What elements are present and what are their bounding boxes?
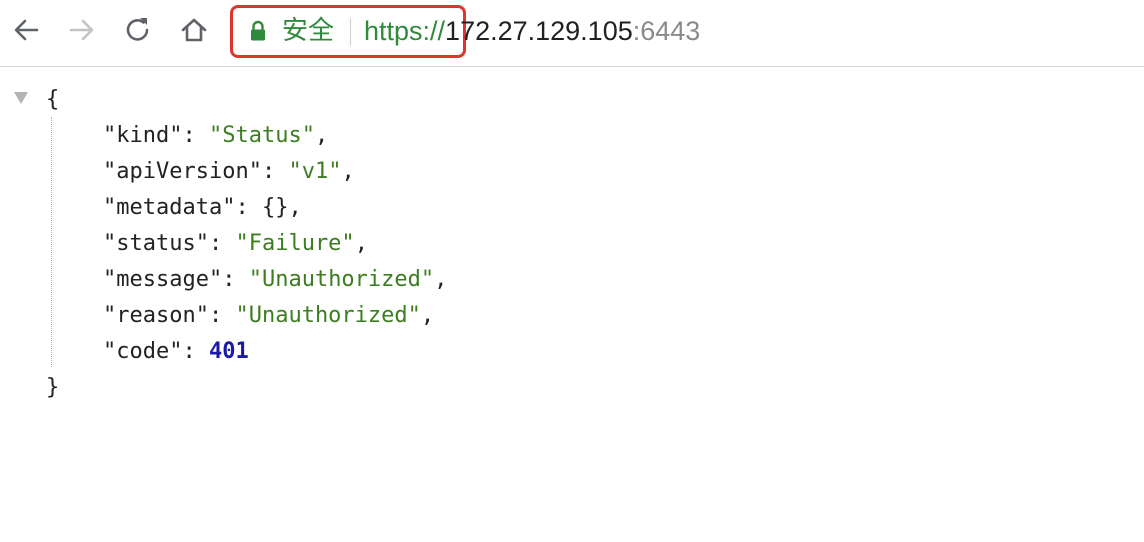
json-trailing-comma: , xyxy=(434,267,448,292)
address-bar-divider xyxy=(350,18,351,46)
json-colon: : xyxy=(235,195,262,220)
json-line: "status": "Failure", xyxy=(103,226,368,262)
home-icon[interactable] xyxy=(176,12,212,48)
reload-icon[interactable] xyxy=(120,12,156,48)
json-line: "code": 401 xyxy=(103,334,249,370)
json-key: "apiVersion" xyxy=(103,159,262,184)
json-value: 401 xyxy=(208,339,249,364)
back-arrow-icon[interactable] xyxy=(8,12,44,48)
json-key: "code" xyxy=(103,339,183,364)
url-port: :6443 xyxy=(632,16,701,46)
json-colon: : xyxy=(208,303,236,328)
url-scheme: https:// xyxy=(364,16,446,46)
json-line: "reason": "Unauthorized", xyxy=(103,298,434,334)
json-value: "Failure" xyxy=(235,231,355,256)
json-value: {} xyxy=(261,195,289,220)
json-colon: : xyxy=(222,267,249,292)
json-key: "reason" xyxy=(103,303,209,328)
url-text[interactable]: https://172.27.129.105:6443 xyxy=(364,14,700,48)
browser-toolbar: 安全 https://172.27.129.105:6443 xyxy=(0,0,1144,67)
collapse-triangle-icon[interactable] xyxy=(14,92,28,104)
forward-arrow-icon[interactable] xyxy=(64,12,100,48)
json-open-brace: { xyxy=(46,87,60,112)
json-colon: : xyxy=(182,339,209,364)
json-trailing-comma: , xyxy=(341,159,355,184)
json-indent-guide xyxy=(51,117,52,367)
json-line: "kind": "Status", xyxy=(103,118,328,154)
json-line: "metadata": {}, xyxy=(103,190,302,226)
json-key: "status" xyxy=(103,231,209,256)
json-viewer: { "kind": "Status", "apiVersion": "v1", "m… xyxy=(0,67,1144,542)
lock-icon[interactable] xyxy=(249,19,267,43)
json-value: "Status" xyxy=(208,123,315,148)
json-value: "v1" xyxy=(288,159,342,184)
json-colon: : xyxy=(261,159,289,184)
security-label[interactable]: 安全 xyxy=(282,15,334,47)
json-colon: : xyxy=(208,231,236,256)
json-trailing-comma: , xyxy=(420,303,435,328)
url-host: 172.27.129.105 xyxy=(445,16,633,46)
json-key: "metadata" xyxy=(103,195,236,220)
json-key: "kind" xyxy=(103,123,183,148)
json-line: "message": "Unauthorized", xyxy=(103,262,447,298)
json-line: "apiVersion": "v1", xyxy=(103,154,355,190)
json-colon: : xyxy=(182,123,209,148)
json-close-brace: } xyxy=(46,375,60,400)
json-trailing-comma: , xyxy=(354,231,368,256)
json-trailing-comma: , xyxy=(314,123,329,148)
json-key: "message" xyxy=(103,267,223,292)
json-value: "Unauthorized" xyxy=(235,303,421,328)
json-trailing-comma: , xyxy=(288,195,302,220)
json-value: "Unauthorized" xyxy=(248,267,435,292)
